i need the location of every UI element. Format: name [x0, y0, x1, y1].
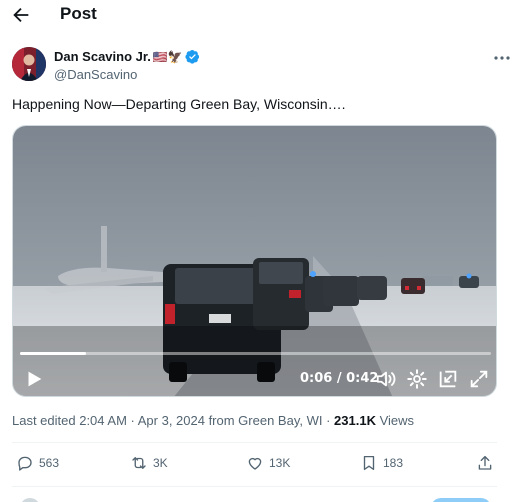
video-player[interactable]: 0:06 / 0:42 — [12, 125, 497, 397]
back-arrow-icon[interactable] — [10, 4, 32, 26]
divider — [12, 442, 497, 443]
pip-mini-player-icon[interactable] — [437, 368, 459, 390]
video-progress-fill — [20, 352, 86, 355]
action-bar: 563 3K 13K 183 — [0, 450, 526, 478]
reply-submit-button[interactable] — [431, 498, 491, 502]
author-row: Dan Scavino Jr. 🇺🇸🦅 @DanScavino — [12, 46, 512, 86]
reply-composer-row — [12, 492, 497, 502]
reply-count: 563 — [39, 456, 60, 470]
heart-icon — [248, 457, 262, 470]
share-button[interactable] — [476, 454, 494, 472]
video-progress-bar[interactable] — [20, 352, 491, 355]
views-label: Views — [375, 413, 415, 428]
repost-count: 3K — [153, 456, 168, 470]
divider — [12, 486, 497, 487]
video-controls: 0:06 / 0:42 — [13, 364, 496, 394]
video-time: 0:06 / 0:42 — [300, 371, 379, 386]
share-upload-icon — [478, 455, 492, 470]
video-frame — [13, 126, 496, 396]
post-metadata: Last edited 2:04 AM · Apr 3, 2024 from G… — [12, 413, 414, 428]
flag-eagle-emojis: 🇺🇸🦅 — [152, 49, 183, 64]
user-avatar[interactable] — [20, 498, 40, 502]
tweet-text: Happening Now—Departing Green Bay, Wisco… — [12, 96, 346, 112]
avatar[interactable] — [12, 47, 46, 81]
views-count: 231.1K — [334, 413, 376, 428]
fullscreen-icon[interactable] — [468, 368, 490, 390]
volume-icon[interactable] — [375, 368, 397, 390]
reply-bubble-icon — [18, 456, 32, 471]
bookmark-count: 183 — [383, 456, 404, 470]
settings-gear-icon[interactable] — [406, 368, 428, 390]
repost-icon — [132, 457, 146, 469]
display-name-text: Dan Scavino Jr. — [54, 49, 151, 64]
verified-badge-icon — [185, 50, 199, 64]
play-icon[interactable] — [23, 368, 45, 390]
top-header: Post — [0, 0, 526, 32]
display-name[interactable]: Dan Scavino Jr. 🇺🇸🦅 — [54, 49, 200, 64]
page-title: Post — [60, 4, 97, 23]
like-count: 13K — [269, 456, 291, 470]
repost-button[interactable]: 3K — [130, 454, 168, 472]
more-options-icon[interactable] — [492, 50, 512, 66]
edited-timestamp[interactable]: Last edited 2:04 AM · Apr 3, 2024 from G… — [12, 413, 334, 428]
author-handle[interactable]: @DanScavino — [54, 67, 137, 82]
reply-button[interactable]: 563 — [16, 454, 59, 472]
bookmark-button[interactable]: 183 — [360, 454, 403, 472]
bookmark-icon — [363, 455, 375, 471]
like-button[interactable]: 13K — [246, 454, 290, 472]
